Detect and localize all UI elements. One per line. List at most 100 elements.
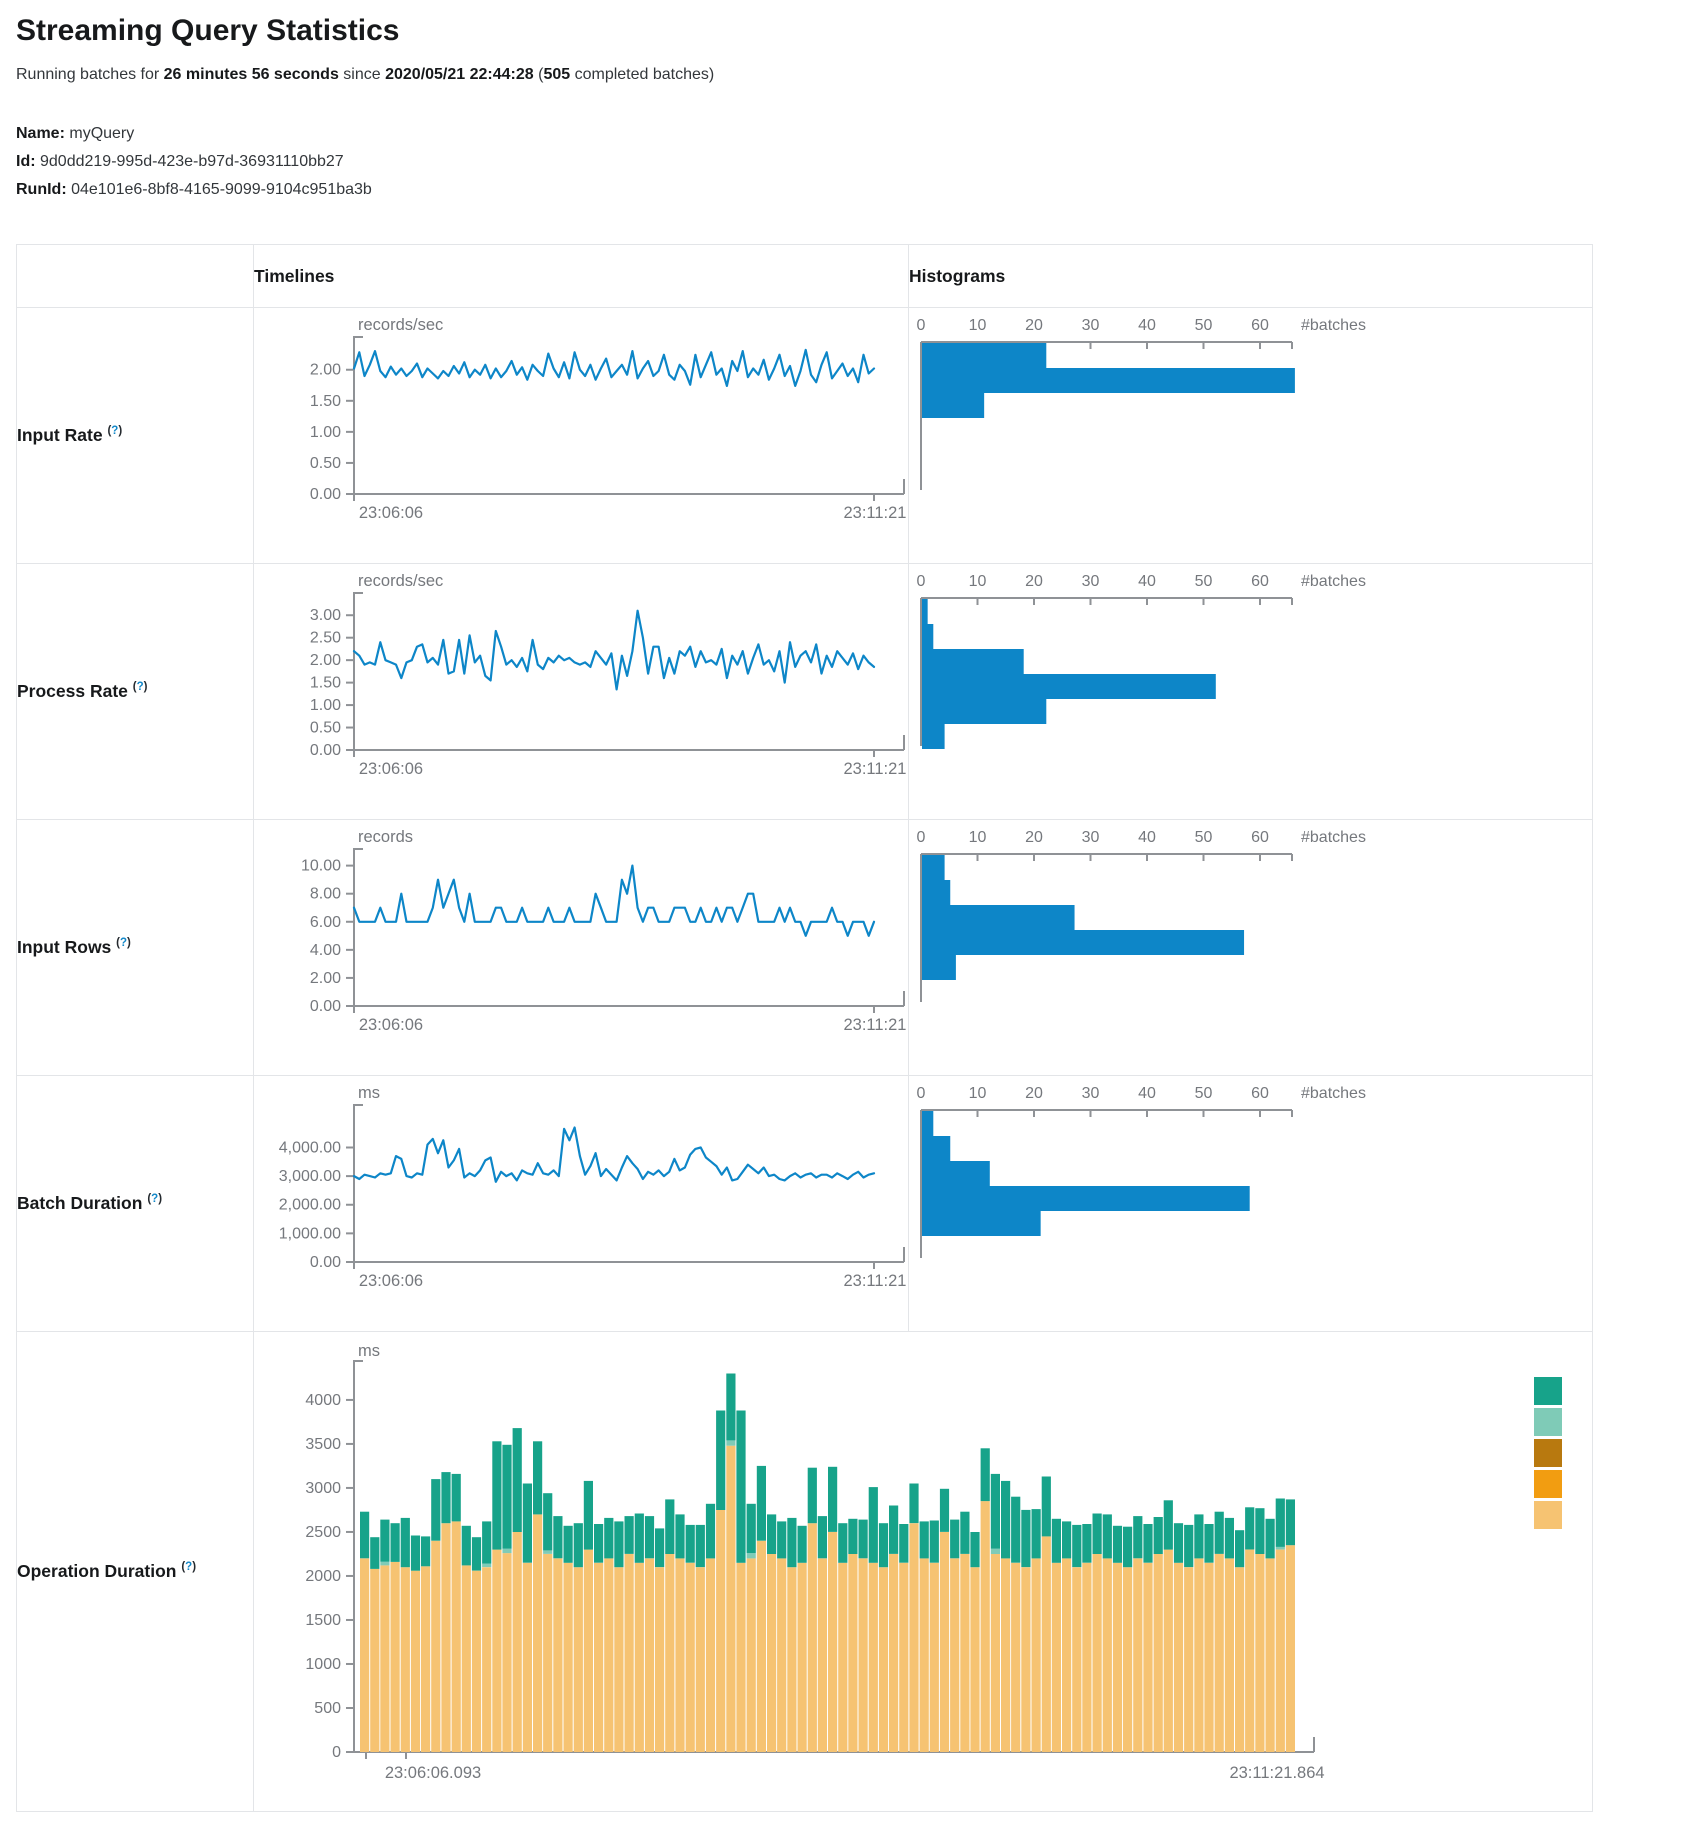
svg-text:23:06:06: 23:06:06	[359, 1016, 423, 1034]
svg-text:10.00: 10.00	[301, 858, 341, 875]
svg-text:0.00: 0.00	[310, 742, 341, 759]
svg-text:2500: 2500	[305, 1524, 341, 1541]
svg-text:40: 40	[1138, 829, 1156, 846]
svg-text:0.50: 0.50	[310, 455, 341, 472]
svg-text:4000: 4000	[305, 1392, 341, 1409]
svg-text:0.00: 0.00	[310, 1254, 341, 1271]
svg-text:2.50: 2.50	[310, 630, 341, 647]
svg-text:3500: 3500	[305, 1436, 341, 1453]
svg-text:0: 0	[917, 1085, 926, 1102]
svg-text:40: 40	[1138, 573, 1156, 590]
svg-text:#batches: #batches	[1301, 1085, 1366, 1102]
svg-text:1.50: 1.50	[310, 675, 341, 692]
query-meta: Name: myQuery Id: 9d0dd219-995d-423e-b97…	[16, 120, 1693, 204]
svg-text:23:06:06: 23:06:06	[359, 504, 423, 522]
svg-text:60: 60	[1251, 1085, 1269, 1102]
svg-text:1500: 1500	[305, 1612, 341, 1629]
metric-column-header	[17, 245, 254, 308]
svg-text:#batches: #batches	[1301, 317, 1366, 334]
svg-text:4,000.00: 4,000.00	[279, 1139, 341, 1156]
operation-duration-help-icon[interactable]: (?)	[181, 1561, 196, 1573]
input-rate-timeline-cell: records/sec2.001.501.000.500.0023:06:062…	[254, 308, 909, 564]
svg-text:10: 10	[969, 317, 987, 334]
svg-text:#batches: #batches	[1301, 829, 1366, 846]
svg-text:40: 40	[1138, 317, 1156, 334]
svg-text:10: 10	[969, 573, 987, 590]
svg-text:8.00: 8.00	[310, 886, 341, 903]
process-rate-timeline-cell: records/sec3.002.502.001.501.000.500.002…	[254, 564, 909, 820]
operation-duration-label: Operation Duration (?)	[17, 1332, 254, 1812]
svg-text:50: 50	[1195, 317, 1213, 334]
timelines-column-header: Timelines	[254, 245, 909, 308]
query-runid-row: RunId: 04e101e6-8bf8-4165-9099-9104c951b…	[16, 176, 1693, 204]
svg-text:0: 0	[332, 1744, 341, 1761]
batch-duration-timeline-chart: ms4,000.003,000.002,000.001,000.000.0023…	[254, 1076, 907, 1326]
input-rate-histogram-cell: 0 10 20 30 40 50 60 #batches	[909, 308, 1593, 564]
input-rate-timeline-chart: records/sec2.001.501.000.500.0023:06:062…	[254, 308, 907, 558]
process-rate-label: Process Rate (?)	[17, 564, 254, 820]
page-title: Streaming Query Statistics	[16, 14, 1693, 48]
svg-text:ms: ms	[358, 1084, 380, 1102]
svg-text:50: 50	[1195, 1085, 1213, 1102]
running-batches-summary: Running batches for 26 minutes 56 second…	[16, 66, 1693, 84]
svg-text:60: 60	[1251, 829, 1269, 846]
svg-text:40: 40	[1138, 1085, 1156, 1102]
svg-text:#batches: #batches	[1301, 573, 1366, 590]
metric-row-batch-duration: Batch Duration (?) ms 4,000.00 3,000.00 2,00…	[17, 1076, 1593, 1332]
metric-row-input-rate: Input Rate (?) records/sec 2.00 1.50 1.00 0.5…	[17, 308, 1593, 564]
operation-legend-swatch-4	[1534, 1501, 1562, 1529]
batch-duration-histogram-cell: 0 10 20 30 40 50 60 #batches	[909, 1076, 1593, 1332]
svg-text:10: 10	[969, 829, 987, 846]
svg-text:10: 10	[969, 1085, 987, 1102]
input-rows-histogram-chart: 0102030405060#batches	[909, 820, 1591, 1070]
svg-text:records: records	[358, 828, 413, 846]
svg-text:50: 50	[1195, 829, 1213, 846]
query-id-value: 9d0dd219-995d-423e-b97d-36931110bb27	[40, 153, 344, 170]
svg-text:2000: 2000	[305, 1568, 341, 1585]
svg-text:20: 20	[1025, 317, 1043, 334]
svg-text:0: 0	[917, 829, 926, 846]
svg-text:20: 20	[1025, 1085, 1043, 1102]
input-rows-histogram-cell: 0102030405060#batches	[909, 820, 1593, 1076]
batch-duration-label: Batch Duration (?)	[17, 1076, 254, 1332]
input-rows-timeline-chart: records10.008.006.004.002.000.0023:06:06…	[254, 820, 907, 1070]
svg-text:0.00: 0.00	[310, 998, 341, 1015]
svg-text:23:11:21: 23:11:21	[843, 1272, 906, 1290]
svg-text:1.50: 1.50	[310, 393, 341, 410]
operation-duration-label-text: Operation Duration	[17, 1561, 176, 1581]
svg-text:23:06:06: 23:06:06	[359, 1272, 423, 1290]
input-rate-label: Input Rate (?)	[17, 308, 254, 564]
process-rate-histogram-chart: 0102030405060#batches	[909, 564, 1591, 814]
svg-text:records/sec: records/sec	[358, 316, 443, 334]
process-rate-label-text: Process Rate	[17, 681, 128, 701]
operation-duration-chart: ms4000350030002500200015001000500023:06:…	[254, 1332, 1591, 1806]
input-rate-help-icon[interactable]: (?)	[107, 425, 122, 437]
svg-text:0.00: 0.00	[310, 486, 341, 503]
svg-text:0: 0	[917, 317, 926, 334]
svg-text:0: 0	[917, 573, 926, 590]
svg-text:3,000.00: 3,000.00	[279, 1168, 341, 1185]
input-rate-label-text: Input Rate	[17, 425, 103, 445]
input-rate-histogram-chart: 0 10 20 30 40 50 60 #batches	[909, 308, 1591, 558]
query-name-row: Name: myQuery	[16, 120, 1693, 148]
input-rows-timeline-cell: records10.008.006.004.002.000.0023:06:06…	[254, 820, 909, 1076]
svg-text:2.00: 2.00	[310, 362, 341, 379]
svg-text:500: 500	[314, 1700, 341, 1717]
input-rows-help-icon[interactable]: (?)	[116, 937, 131, 949]
svg-text:6.00: 6.00	[310, 914, 341, 931]
svg-text:30: 30	[1082, 1085, 1100, 1102]
batch-duration-help-icon[interactable]: (?)	[147, 1193, 162, 1205]
svg-text:23:06:06.093: 23:06:06.093	[385, 1764, 481, 1782]
operation-duration-cell: ms4000350030002500200015001000500023:06:…	[254, 1332, 1593, 1812]
metric-row-input-rows: Input Rows (?)records10.008.006.004.002.…	[17, 820, 1593, 1076]
svg-text:1000: 1000	[305, 1656, 341, 1673]
svg-text:60: 60	[1251, 317, 1269, 334]
process-rate-timeline-chart: records/sec3.002.502.001.501.000.500.002…	[254, 564, 907, 814]
input-rows-label: Input Rows (?)	[17, 820, 254, 1076]
svg-text:30: 30	[1082, 317, 1100, 334]
svg-text:1.00: 1.00	[310, 424, 341, 441]
operation-legend-swatch-2	[1534, 1439, 1562, 1467]
input-rows-label-text: Input Rows	[17, 937, 111, 957]
process-rate-help-icon[interactable]: (?)	[133, 681, 148, 693]
svg-text:2,000.00: 2,000.00	[279, 1197, 341, 1214]
